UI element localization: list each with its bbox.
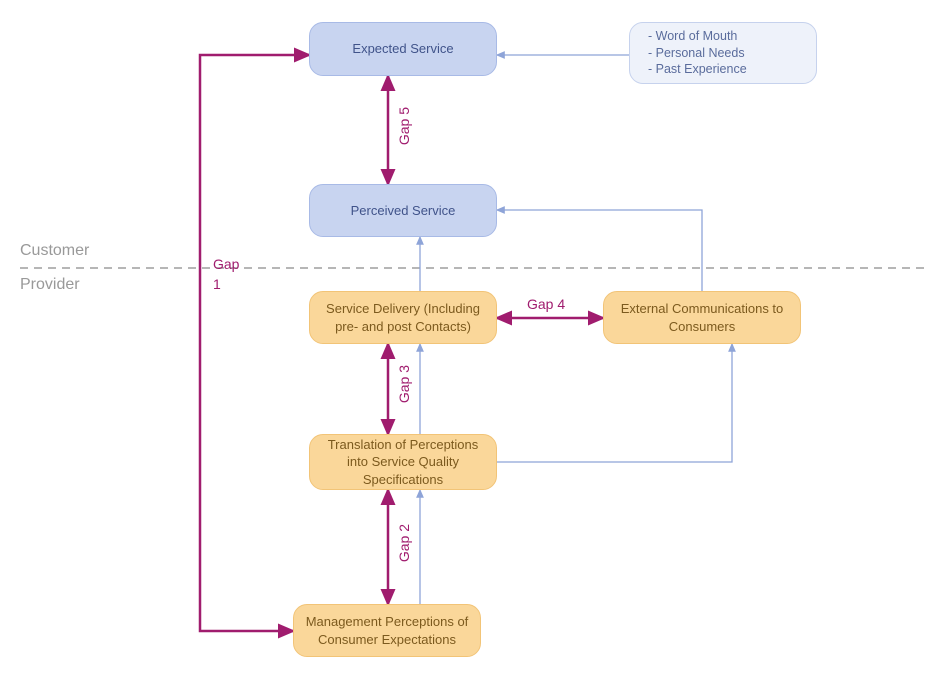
node-management-perceptions: Management Perceptions of Consumer Expec… — [293, 604, 481, 657]
node-label: Expected Service — [352, 40, 453, 58]
zone-label-customer: Customer — [20, 242, 89, 260]
gap1-label-a: Gap — [213, 256, 239, 272]
flow-translation-to-external — [497, 344, 732, 462]
node-perceived-service: Perceived Service — [309, 184, 497, 237]
influence-line: - Word of Mouth — [648, 28, 747, 45]
node-service-delivery: Service Delivery (Including pre- and pos… — [309, 291, 497, 344]
gap4-label: Gap 4 — [527, 296, 565, 312]
node-label: Translation of Perceptions into Service … — [320, 436, 486, 489]
gap1-label-b: 1 — [213, 276, 221, 292]
flow-external-to-perceived — [497, 210, 702, 291]
zone-label-provider: Provider — [20, 276, 80, 294]
gap1-arrow — [200, 55, 309, 631]
node-label: Perceived Service — [351, 202, 456, 220]
node-influences: - Word of Mouth - Personal Needs - Past … — [629, 22, 817, 84]
gap3-label: Gap 3 — [396, 365, 412, 403]
influence-line: - Past Experience — [648, 61, 747, 78]
node-translation: Translation of Perceptions into Service … — [309, 434, 497, 490]
gap2-label: Gap 2 — [396, 524, 412, 562]
node-label: External Communications to Consumers — [614, 300, 790, 335]
influence-line: - Personal Needs — [648, 45, 747, 62]
node-label: Management Perceptions of Consumer Expec… — [304, 613, 470, 648]
node-label: Service Delivery (Including pre- and pos… — [320, 300, 486, 335]
node-expected-service: Expected Service — [309, 22, 497, 76]
node-external-communications: External Communications to Consumers — [603, 291, 801, 344]
gap5-label: Gap 5 — [396, 107, 412, 145]
